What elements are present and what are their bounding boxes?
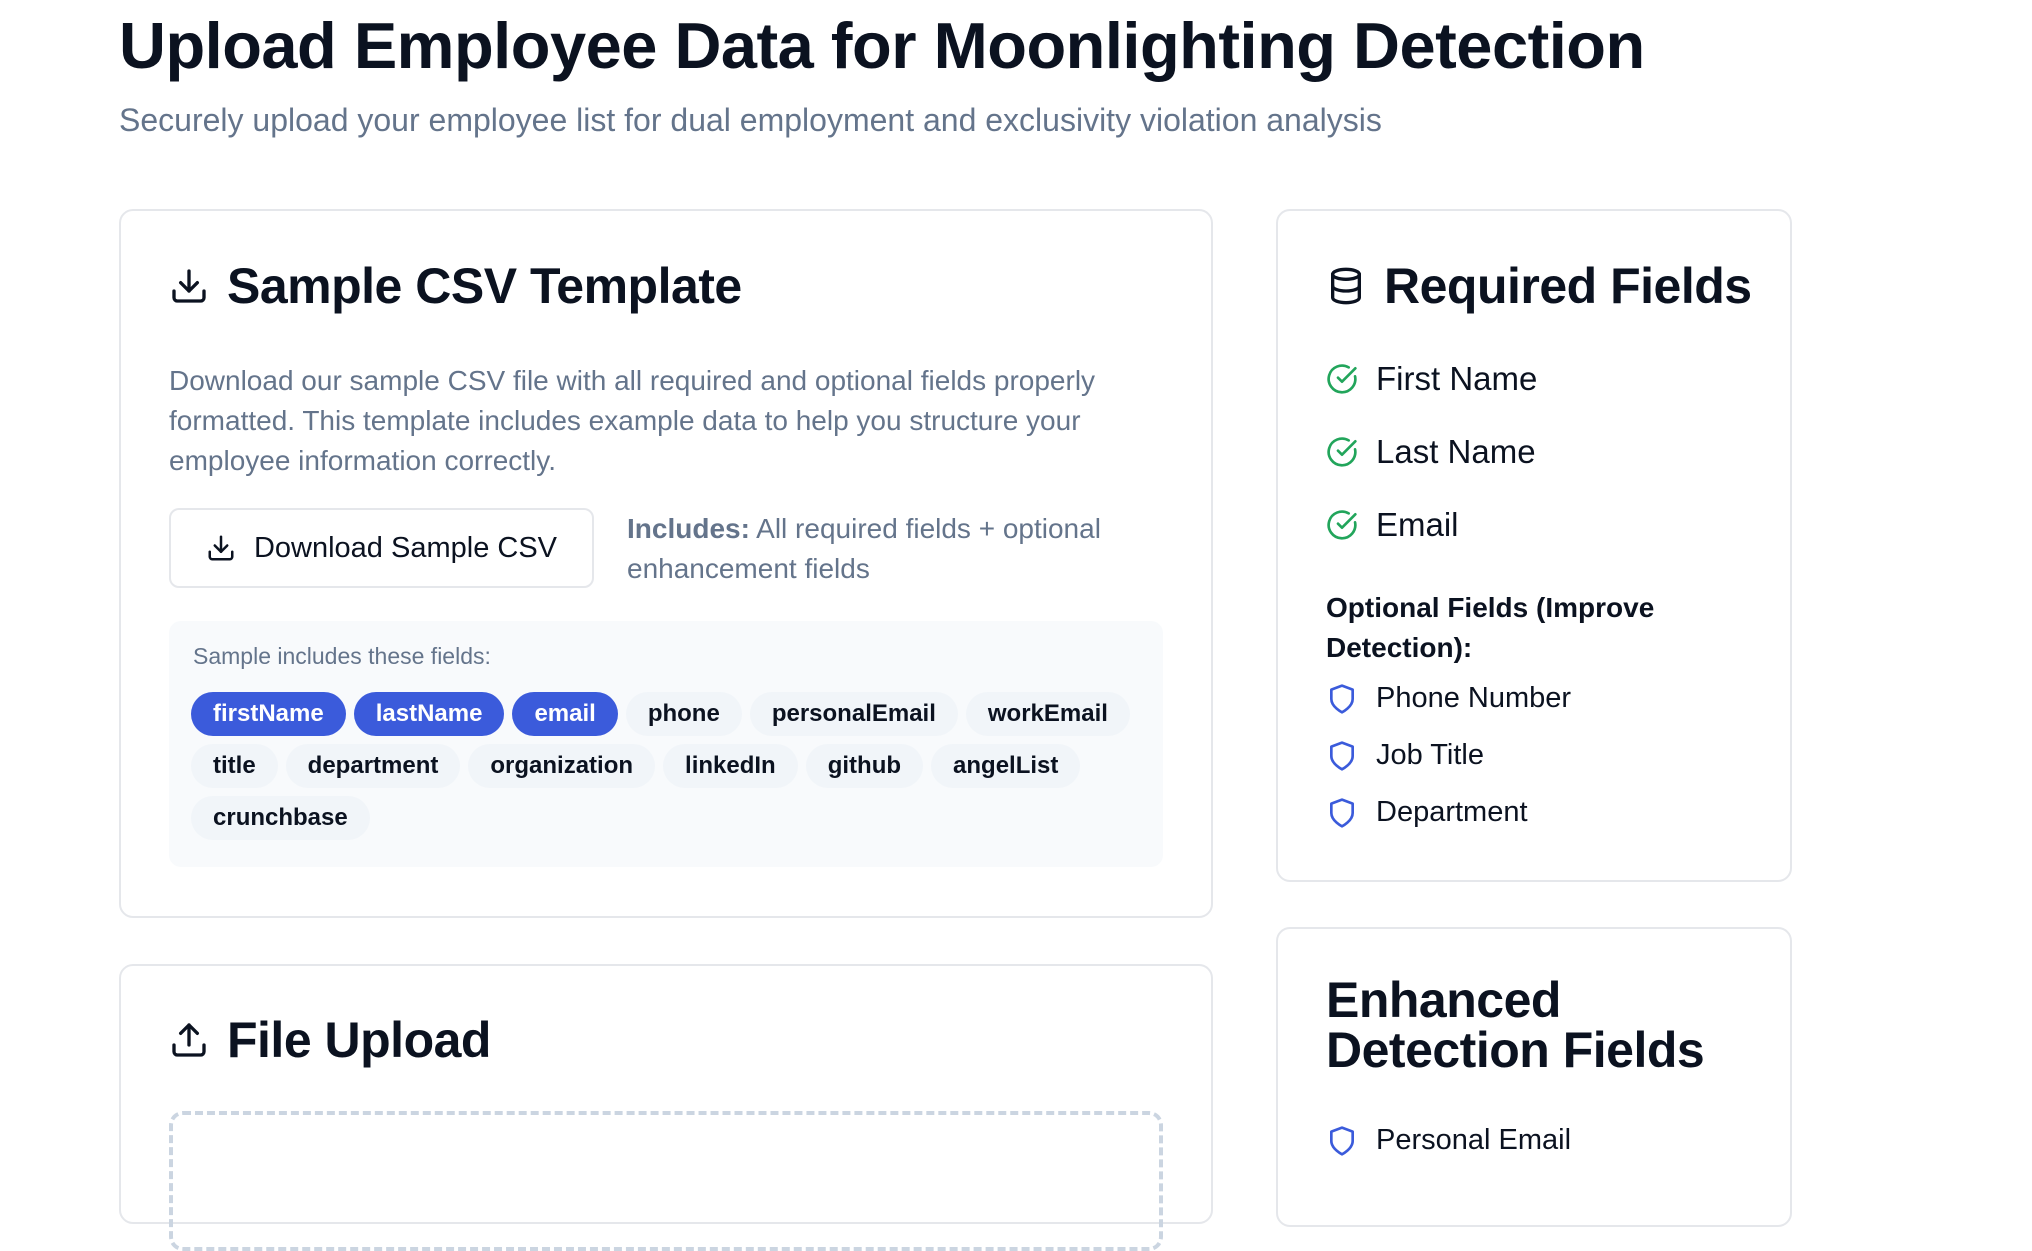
download-button-label: Download Sample CSV: [253, 531, 558, 564]
field-chip: personalEmail: [749, 692, 958, 736]
page-title: Upload Employee Data for Moonlighting De…: [119, 9, 1645, 82]
field-chip: department: [285, 744, 461, 788]
check-circle-icon: [1326, 363, 1358, 395]
template-description: Download our sample CSV file with all re…: [169, 365, 1096, 476]
required-field-item: Last Name: [1326, 433, 1536, 471]
shield-icon: [1326, 740, 1358, 772]
field-chip: angelList: [931, 744, 1081, 788]
field-chip: phone: [625, 692, 742, 736]
file-dropzone[interactable]: [169, 1111, 1163, 1251]
includes-note: Includes: All required fields + optional…: [627, 509, 1187, 589]
check-circle-icon: [1326, 436, 1358, 468]
template-card-title: Sample CSV Template: [227, 258, 742, 314]
field-chip-list: firstName lastName email phone personalE…: [191, 692, 1141, 840]
field-chip: workEmail: [965, 692, 1130, 736]
optional-field-item: Job Title: [1326, 739, 1484, 772]
fields-caption: Sample includes these fields:: [193, 643, 491, 669]
optional-fields-heading: Optional Fields (Improve Detection):: [1326, 592, 1655, 663]
required-card-title: Required Fields: [1384, 258, 1752, 314]
enhanced-card-title: Enhanced Detection Fields: [1326, 972, 1705, 1078]
optional-field-item: Department: [1326, 796, 1528, 829]
field-chip: email: [512, 692, 618, 736]
enhanced-fields-card: Enhanced Detection Fields Personal Email: [1276, 927, 1792, 1227]
sample-fields-box: Sample includes these fields: firstName …: [169, 621, 1163, 867]
field-chip: linkedIn: [663, 744, 798, 788]
required-fields-card: Required Fields First Name Last Name Ema…: [1276, 209, 1792, 882]
includes-label: Includes:: [627, 513, 750, 544]
file-upload-card: File Upload: [119, 964, 1213, 1251]
optional-field-item: Phone Number: [1326, 682, 1571, 715]
field-chip: organization: [468, 744, 656, 788]
required-field-item: First Name: [1326, 360, 1537, 398]
field-chip: lastName: [353, 692, 505, 736]
required-field-label: Last Name: [1376, 433, 1536, 470]
download-icon: [169, 266, 209, 306]
field-chip: firstName: [191, 692, 346, 736]
enhanced-field-label: Personal Email: [1376, 1124, 1572, 1156]
field-chip: github: [805, 744, 924, 788]
download-icon: [206, 533, 236, 563]
field-chip: crunchbase: [191, 796, 370, 840]
database-icon: [1326, 266, 1366, 306]
page-subtitle: Securely upload your employee list for d…: [119, 102, 1382, 138]
shield-icon: [1326, 1125, 1358, 1157]
optional-field-label: Department: [1376, 796, 1528, 828]
required-field-label: Email: [1376, 506, 1459, 543]
shield-icon: [1326, 797, 1358, 829]
check-circle-icon: [1326, 509, 1358, 541]
optional-field-label: Phone Number: [1376, 682, 1572, 714]
upload-icon: [169, 1020, 209, 1060]
download-sample-csv-button[interactable]: Download Sample CSV: [169, 508, 594, 588]
upload-card-title: File Upload: [227, 1012, 491, 1068]
enhanced-field-item: Personal Email: [1326, 1124, 1571, 1157]
required-field-item: Email: [1326, 506, 1459, 544]
sample-template-card: Sample CSV Template Download our sample …: [119, 209, 1213, 918]
shield-icon: [1326, 683, 1358, 715]
required-field-label: First Name: [1376, 360, 1538, 397]
field-chip: title: [191, 744, 278, 788]
optional-field-label: Job Title: [1376, 739, 1484, 771]
